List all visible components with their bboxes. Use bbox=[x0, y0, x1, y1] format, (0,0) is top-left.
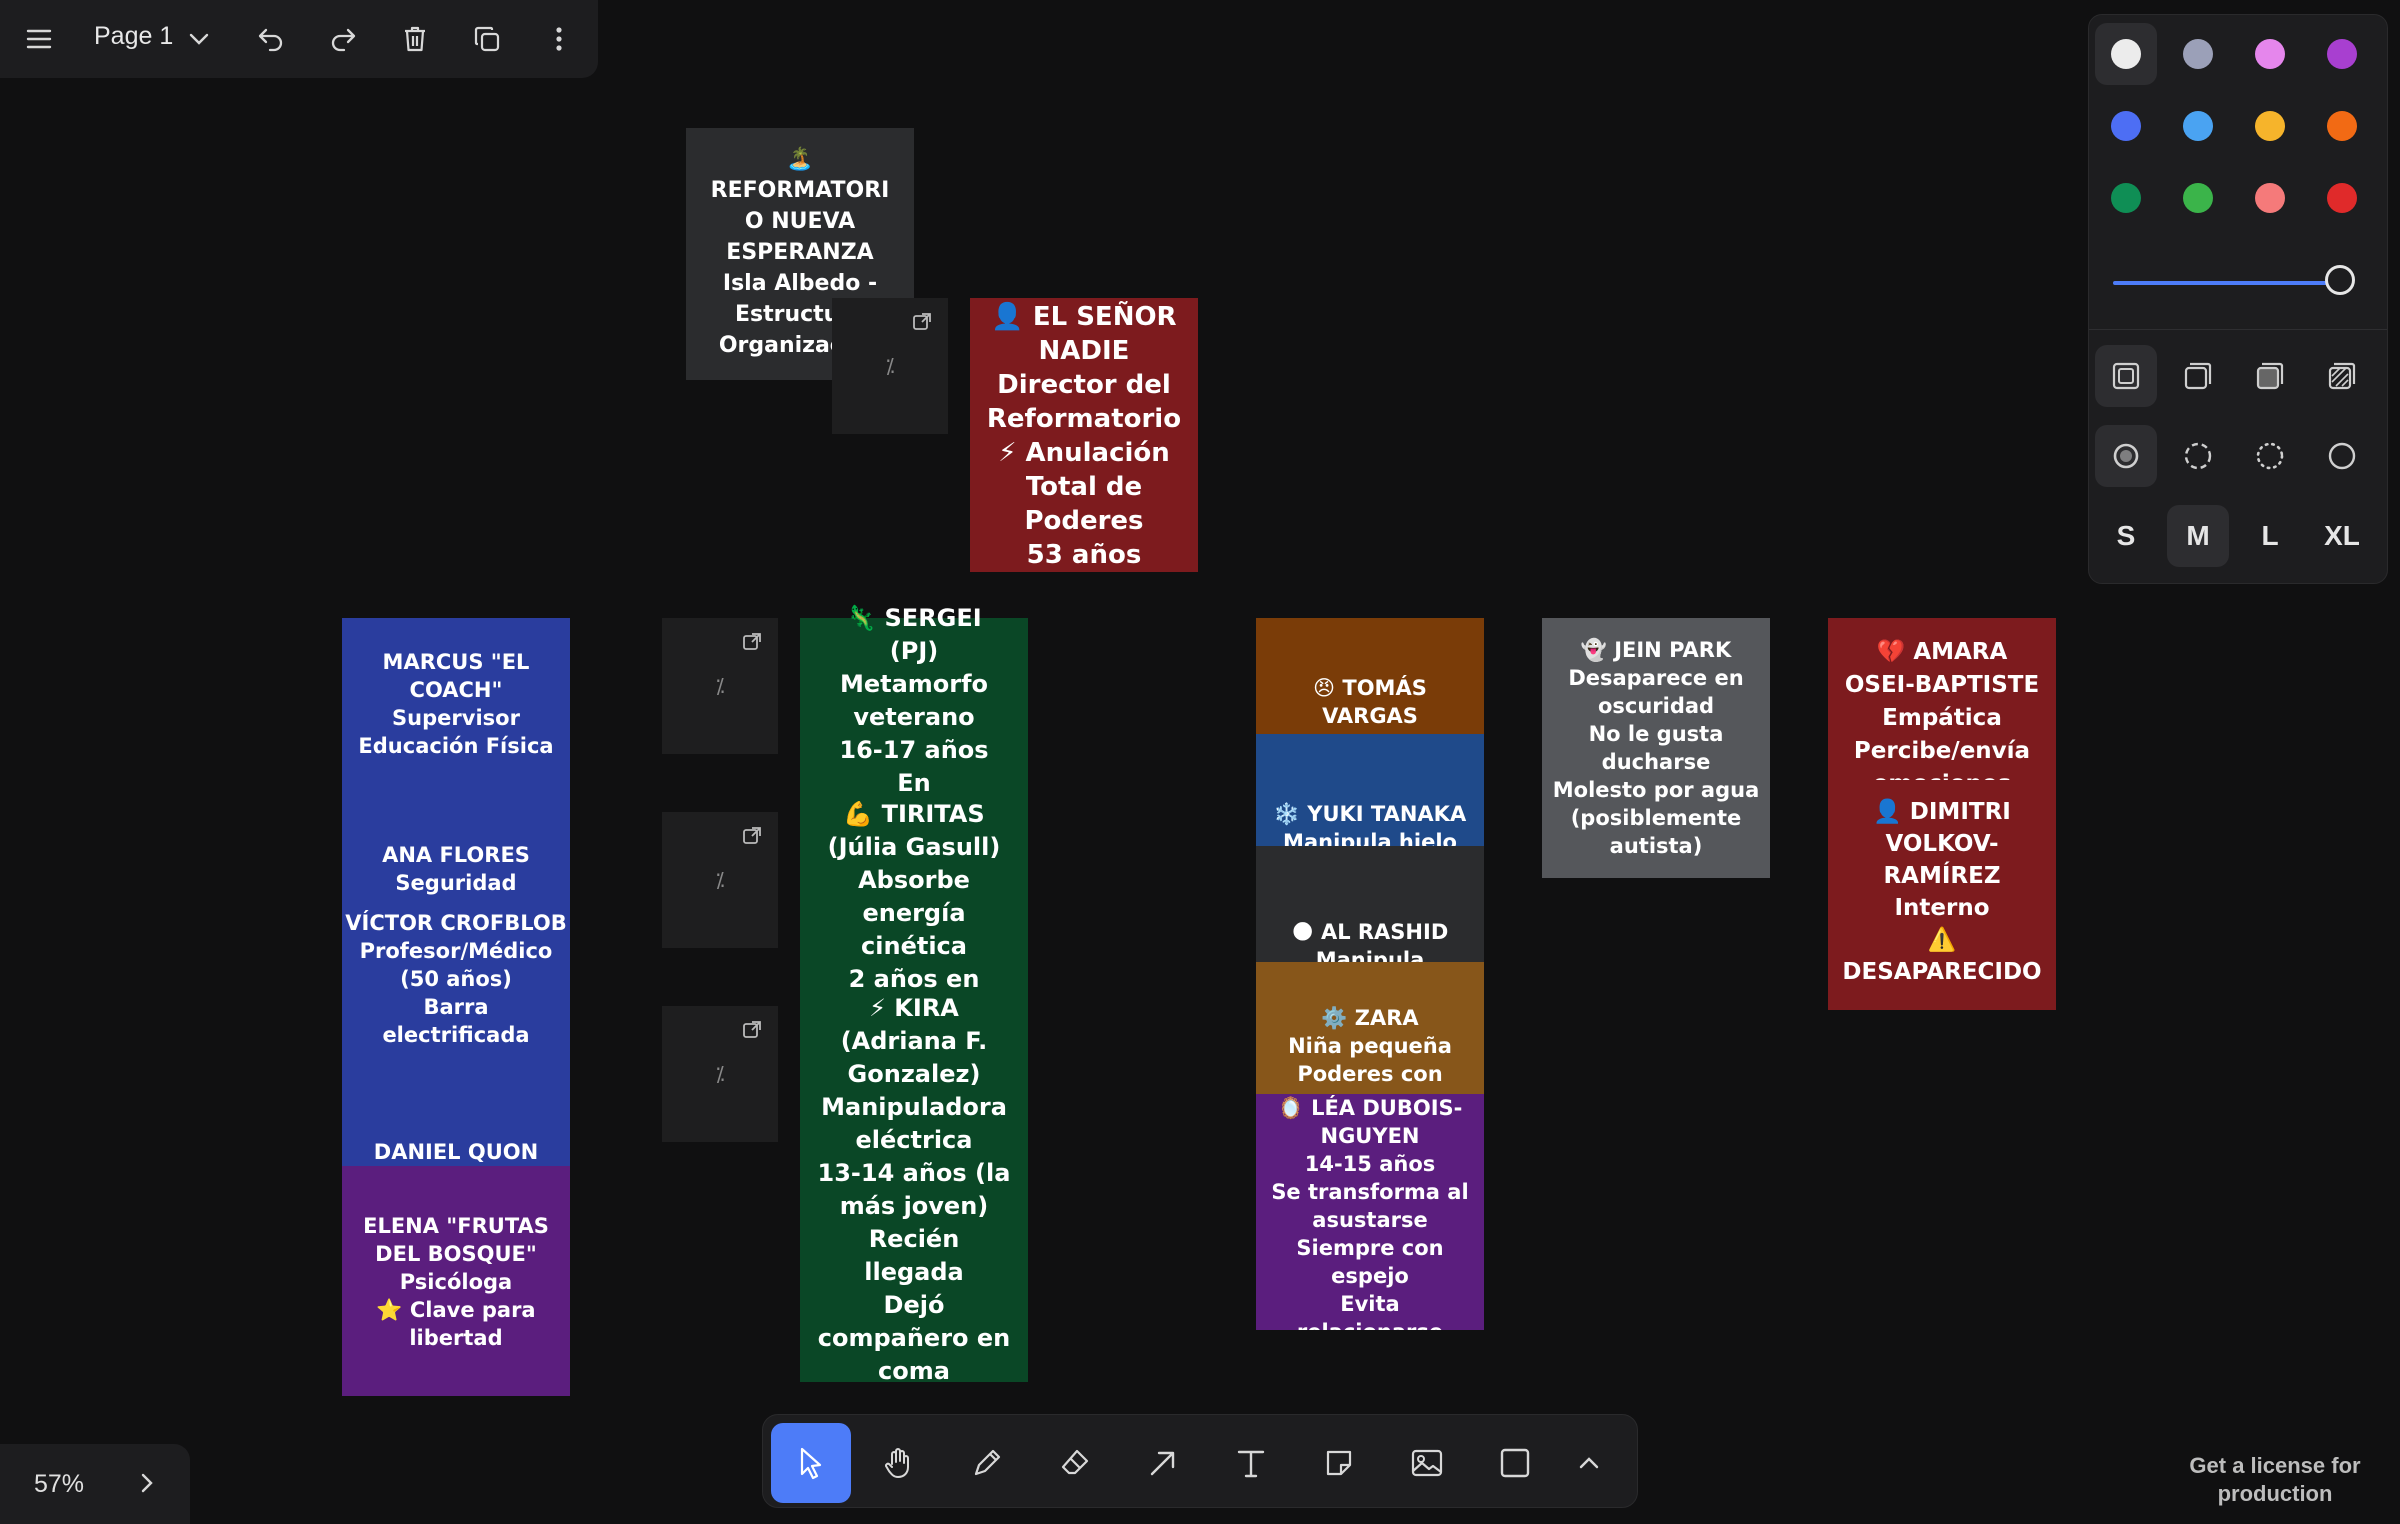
size-s-button[interactable]: S bbox=[2095, 505, 2157, 567]
dash-dotted-icon[interactable] bbox=[2239, 425, 2301, 487]
duplicate-icon[interactable] bbox=[464, 16, 510, 62]
hamburger-menu-icon[interactable] bbox=[16, 16, 62, 62]
color-swatch[interactable] bbox=[2183, 183, 2213, 213]
note-tiritas[interactable]: 💪 TIRITAS (Júlia Gasull) Absorbe energía… bbox=[800, 798, 1028, 998]
image-tool-icon[interactable] bbox=[1387, 1423, 1467, 1503]
note-dimitri[interactable]: 👤 DIMITRI VOLKOV- RAMÍREZ Interno ⚠️ DES… bbox=[1828, 780, 2056, 1010]
note-text: MARCUS "EL COACH" Supervisor Educación F… bbox=[358, 650, 554, 758]
page-name[interactable]: Page 1 bbox=[94, 22, 173, 51]
note-daniel[interactable]: DANIEL QUON bbox=[342, 1138, 570, 1168]
note-text: ⚙️ ZARA Niña pequeña Poderes con bbox=[1288, 1006, 1452, 1086]
note-victor[interactable]: VÍCTOR CROFBLOB Profesor/Médico (50 años… bbox=[342, 909, 570, 1057]
note-al-rashid[interactable]: 🌑 AL RASHID Manipula bbox=[1256, 846, 1484, 962]
color-swatch[interactable] bbox=[2111, 111, 2141, 141]
color-swatch[interactable] bbox=[2255, 111, 2285, 141]
note-text: 💔 AMARA OSEI-BAPTISTE Empática Percibe/e… bbox=[1844, 639, 2040, 780]
main-menu-bar: Page 1 bbox=[0, 0, 598, 78]
note-lea[interactable]: 🪞 LÉA DUBOIS- NGUYEN 14-15 años Se trans… bbox=[1256, 1094, 1484, 1330]
color-swatch[interactable] bbox=[2183, 39, 2213, 69]
dash-dashed-icon[interactable] bbox=[2167, 425, 2229, 487]
note-text: DANIEL QUON bbox=[373, 1140, 539, 1164]
color-swatch[interactable] bbox=[2327, 111, 2357, 141]
external-link-icon[interactable] bbox=[912, 312, 932, 332]
color-swatch[interactable] bbox=[2183, 111, 2213, 141]
dash-solid-icon[interactable] bbox=[2311, 425, 2373, 487]
note-kira[interactable]: ⚡ KIRA (Adriana F. Gonzalez) Manipulador… bbox=[800, 992, 1028, 1386]
undo-icon[interactable] bbox=[248, 16, 294, 62]
arrow-tool-icon[interactable] bbox=[1123, 1423, 1203, 1503]
note-zara[interactable]: ⚙️ ZARA Niña pequeña Poderes con bbox=[1256, 962, 1484, 1098]
color-swatch[interactable] bbox=[2255, 39, 2285, 69]
rectangle-tool-icon[interactable] bbox=[1475, 1423, 1555, 1503]
note-text: 👤 EL SEÑOR NADIE Director del Reformator… bbox=[986, 302, 1182, 570]
opacity-slider-knob[interactable] bbox=[2325, 265, 2355, 295]
zoom-control[interactable]: 57% bbox=[0, 1444, 190, 1524]
broken-image-icon: ⁒ bbox=[715, 674, 725, 698]
note-senor-nadie[interactable]: 👤 EL SEÑOR NADIE Director del Reformator… bbox=[970, 298, 1198, 572]
dash-draw-icon[interactable] bbox=[2095, 425, 2157, 487]
color-swatch[interactable] bbox=[2255, 183, 2285, 213]
note-amara[interactable]: 💔 AMARA OSEI-BAPTISTE Empática Percibe/e… bbox=[1828, 618, 2056, 780]
more-options-icon[interactable] bbox=[536, 16, 582, 62]
note-jein[interactable]: 👻 JEIN PARK Desaparece en oscuridad No l… bbox=[1542, 618, 1770, 878]
license-link[interactable]: Get a license for production bbox=[2170, 1452, 2380, 1508]
note-tomas[interactable]: 😠 TOMÁS VARGAS bbox=[1256, 618, 1484, 734]
text-tool-icon[interactable] bbox=[1211, 1423, 1291, 1503]
note-elena[interactable]: ELENA "FRUTAS DEL BOSQUE" Psicóloga ⭐ Cl… bbox=[342, 1166, 570, 1396]
note-text: 🦎 SERGEI (PJ) Metamorfo veterano 16-17 a… bbox=[839, 604, 989, 797]
fill-pattern-icon[interactable] bbox=[2311, 345, 2373, 407]
eraser-icon[interactable] bbox=[1035, 1423, 1115, 1503]
broken-image-icon: ⁒ bbox=[885, 354, 895, 378]
note-text: 🌑 AL RASHID Manipula bbox=[1291, 920, 1449, 962]
note-marcus[interactable]: MARCUS "EL COACH" Supervisor Educación F… bbox=[342, 648, 570, 768]
size-m-button[interactable]: M bbox=[2167, 505, 2229, 567]
note-text: 💪 TIRITAS (Júlia Gasull) Absorbe energía… bbox=[827, 800, 1001, 993]
note-ana[interactable]: ANA FLORES Seguridad bbox=[342, 841, 570, 901]
trash-icon[interactable] bbox=[392, 16, 438, 62]
note-text: ❄️ YUKI TANAKA Manipula hielo bbox=[1273, 802, 1467, 846]
embed-placeholder[interactable]: ⁒ bbox=[832, 298, 948, 434]
tool-bar bbox=[762, 1414, 1638, 1508]
zoom-level[interactable]: 57% bbox=[34, 1470, 84, 1499]
note-text: 🪞 LÉA DUBOIS- NGUYEN 14-15 años Se trans… bbox=[1271, 1096, 1469, 1330]
color-swatch[interactable] bbox=[2327, 39, 2357, 69]
broken-image-icon: ⁒ bbox=[715, 1062, 725, 1086]
chevron-right-icon[interactable] bbox=[140, 1472, 154, 1498]
redo-icon[interactable] bbox=[320, 16, 366, 62]
size-l-button[interactable]: L bbox=[2239, 505, 2301, 567]
select-tool-icon[interactable] bbox=[771, 1423, 851, 1503]
color-swatch[interactable] bbox=[2327, 183, 2357, 213]
fill-solid-icon[interactable] bbox=[2239, 345, 2301, 407]
note-text: ANA FLORES Seguridad bbox=[382, 843, 530, 895]
hand-tool-icon[interactable] bbox=[859, 1423, 939, 1503]
external-link-icon[interactable] bbox=[742, 632, 762, 652]
embed-placeholder[interactable]: ⁒ bbox=[662, 618, 778, 754]
embed-placeholder[interactable]: ⁒ bbox=[662, 1006, 778, 1142]
chevron-up-icon[interactable] bbox=[1553, 1423, 1625, 1503]
note-text: 😠 TOMÁS VARGAS bbox=[1313, 676, 1427, 728]
sticky-note-icon[interactable] bbox=[1299, 1423, 1379, 1503]
note-sergei[interactable]: 🦎 SERGEI (PJ) Metamorfo veterano 16-17 a… bbox=[800, 602, 1028, 804]
opacity-slider-track[interactable] bbox=[2113, 281, 2341, 285]
style-panel: S M L XL bbox=[2088, 14, 2388, 584]
fill-semi-icon[interactable] bbox=[2167, 345, 2229, 407]
color-swatch[interactable] bbox=[2111, 39, 2141, 69]
external-link-icon[interactable] bbox=[742, 826, 762, 846]
note-text: 👤 DIMITRI VOLKOV- RAMÍREZ Interno ⚠️ DES… bbox=[1842, 799, 2042, 985]
broken-image-icon: ⁒ bbox=[715, 868, 725, 892]
note-yuki[interactable]: ❄️ YUKI TANAKA Manipula hielo bbox=[1256, 734, 1484, 846]
color-swatch[interactable] bbox=[2111, 183, 2141, 213]
note-text: 👻 JEIN PARK Desaparece en oscuridad No l… bbox=[1552, 638, 1760, 858]
pencil-draw-icon[interactable] bbox=[947, 1423, 1027, 1503]
note-text: VÍCTOR CROFBLOB Profesor/Médico (50 años… bbox=[345, 911, 567, 1047]
note-text: ⚡ KIRA (Adriana F. Gonzalez) Manipulador… bbox=[817, 994, 1011, 1385]
size-xl-button[interactable]: XL bbox=[2311, 505, 2373, 567]
panel-divider bbox=[2089, 329, 2387, 330]
external-link-icon[interactable] bbox=[742, 1020, 762, 1040]
chevron-down-icon[interactable] bbox=[176, 16, 222, 62]
note-text: ELENA "FRUTAS DEL BOSQUE" Psicóloga ⭐ Cl… bbox=[363, 1214, 549, 1350]
embed-placeholder[interactable]: ⁒ bbox=[662, 812, 778, 948]
fill-none-icon[interactable] bbox=[2095, 345, 2157, 407]
